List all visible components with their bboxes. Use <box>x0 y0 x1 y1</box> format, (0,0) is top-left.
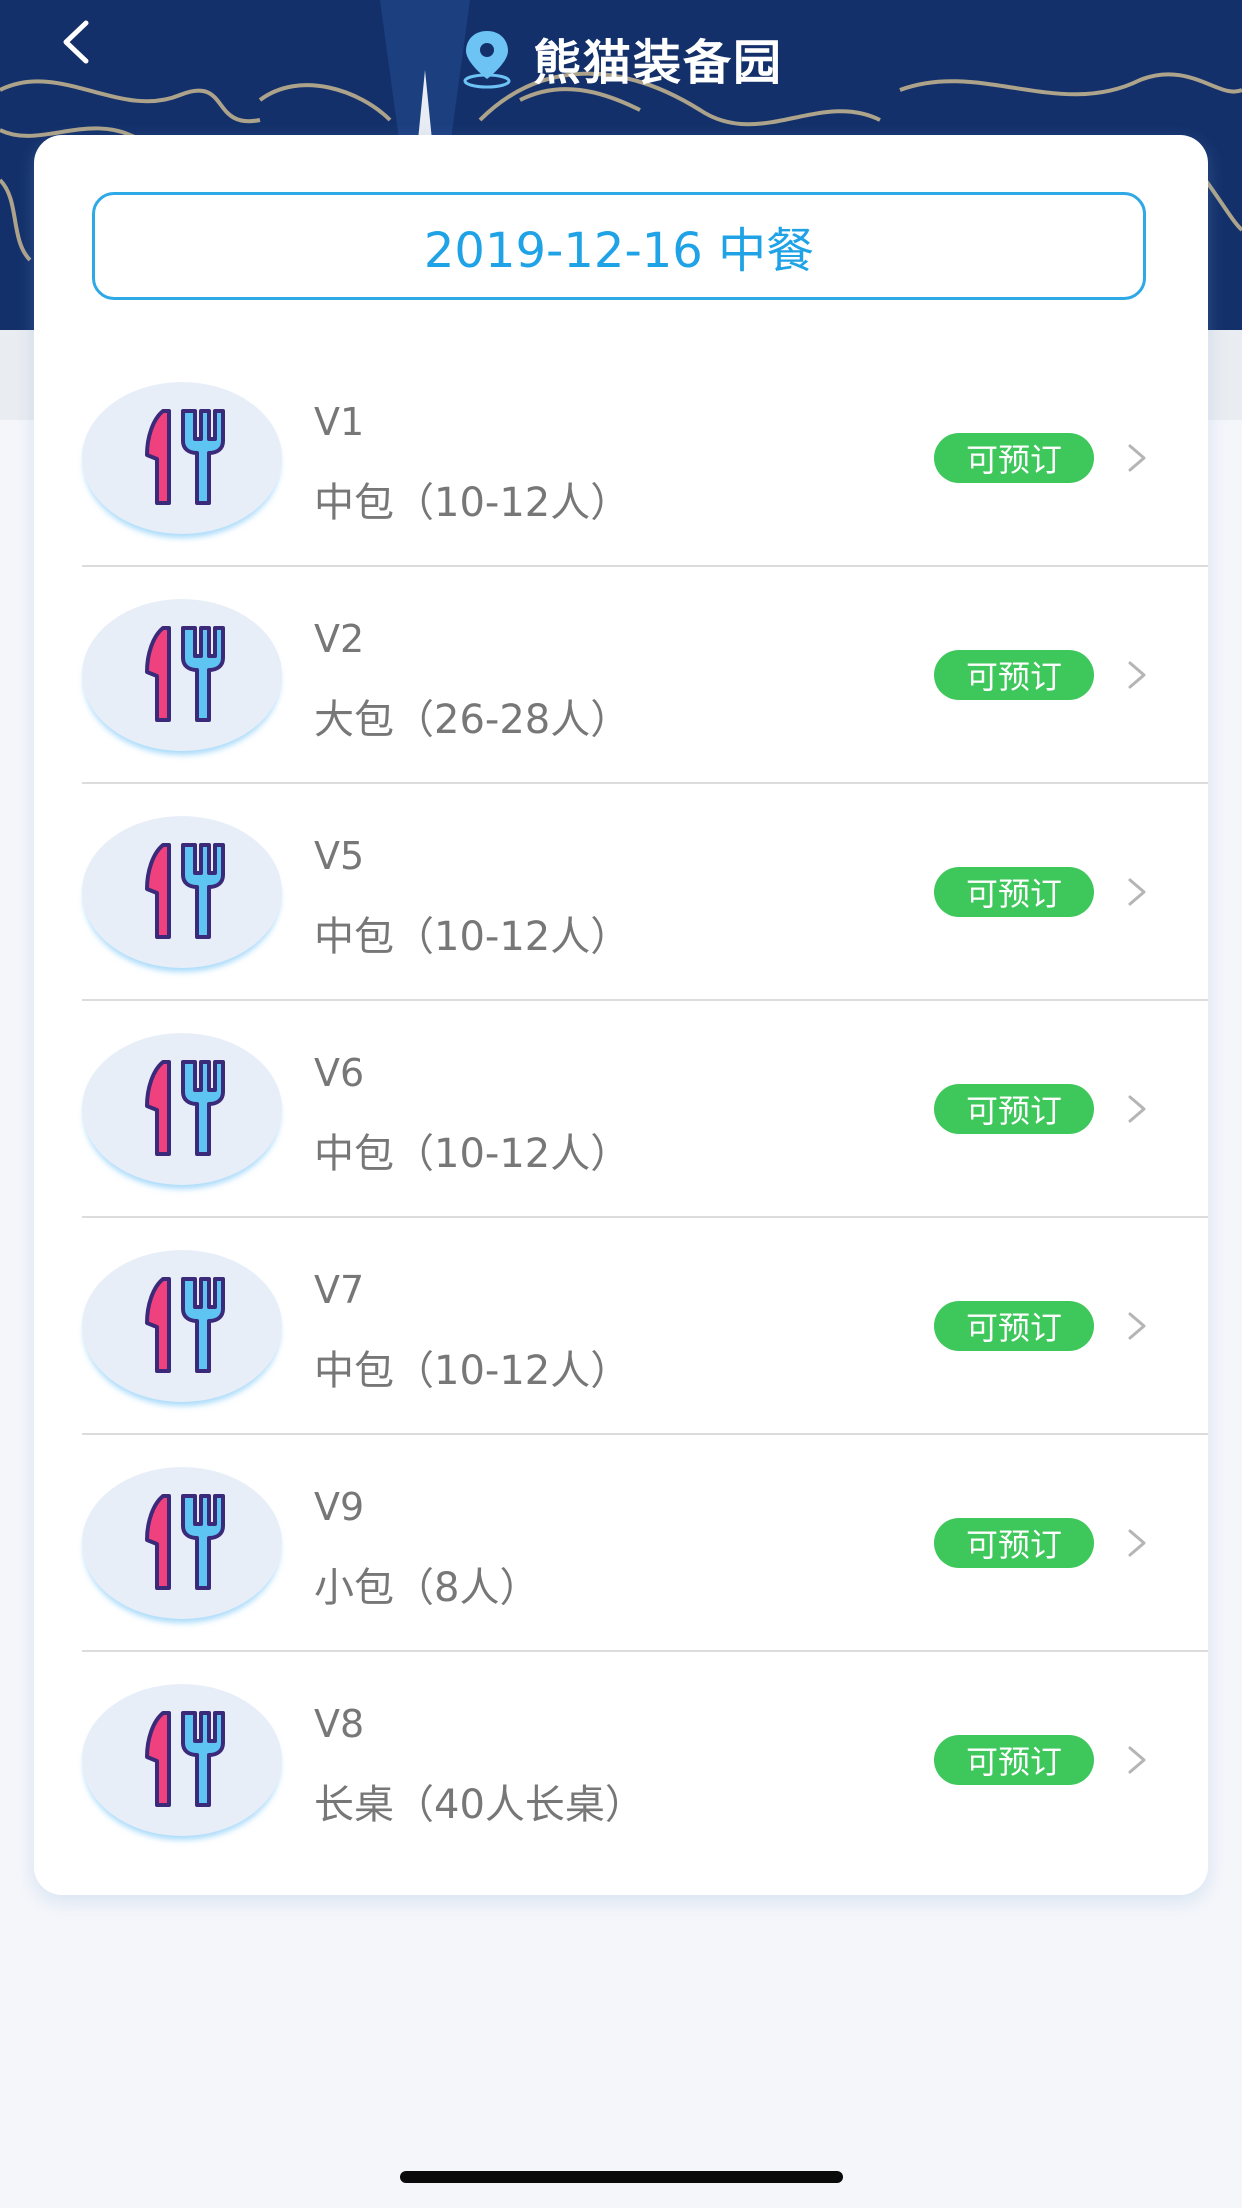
status-badge: 可预订 <box>934 650 1094 700</box>
room-item-v7[interactable]: V7 中包（10-12人） 可预订 <box>82 1218 1208 1435</box>
room-icon <box>82 1684 282 1836</box>
status-badge: 可预订 <box>934 433 1094 483</box>
room-icon <box>82 816 282 968</box>
room-name: V8 <box>314 1702 365 1746</box>
knife-fork-icon <box>145 1711 225 1807</box>
knife-fork-icon <box>145 1277 225 1373</box>
room-item-v9[interactable]: V9 小包（8人） 可预订 <box>82 1435 1208 1652</box>
room-capacity: 小包（8人） <box>314 1565 540 1611</box>
status-badge: 可预订 <box>934 1518 1094 1568</box>
knife-fork-icon <box>145 626 225 722</box>
room-icon <box>82 1250 282 1402</box>
home-indicator[interactable] <box>400 2171 843 2183</box>
chevron-right-icon <box>1128 1746 1146 1774</box>
room-name: V6 <box>314 1051 365 1095</box>
page-title: 熊猫装备园 <box>532 35 783 91</box>
status-badge: 可预订 <box>934 1735 1094 1785</box>
status-badge: 可预订 <box>934 1301 1094 1351</box>
chevron-right-icon <box>1128 661 1146 689</box>
room-capacity: 中包（10-12人） <box>314 1131 631 1177</box>
room-item-v6[interactable]: V6 中包（10-12人） 可预订 <box>82 1001 1208 1218</box>
room-capacity: 中包（10-12人） <box>314 914 631 960</box>
room-item-v1[interactable]: V1 中包（10-12人） 可预订 <box>82 350 1208 567</box>
knife-fork-icon <box>145 843 225 939</box>
room-icon <box>82 599 282 751</box>
knife-fork-icon <box>145 409 225 505</box>
room-name: V1 <box>314 400 365 444</box>
room-capacity: 大包（26-28人） <box>314 697 631 743</box>
chevron-right-icon <box>1128 878 1146 906</box>
date-meal-selector[interactable]: 2019-12-16 中餐 <box>92 192 1146 300</box>
room-name: V7 <box>314 1268 365 1312</box>
status-badge: 可预订 <box>934 1084 1094 1134</box>
room-name: V5 <box>314 834 365 878</box>
page-header: 熊猫装备园 <box>0 18 1242 98</box>
room-capacity: 中包（10-12人） <box>314 1348 631 1394</box>
chevron-right-icon <box>1128 1312 1146 1340</box>
room-item-v5[interactable]: V5 中包（10-12人） 可预订 <box>82 784 1208 1001</box>
chevron-right-icon <box>1128 444 1146 472</box>
chevron-right-icon <box>1128 1095 1146 1123</box>
room-list: V1 中包（10-12人） 可预订 V2 大包（26-28人） 可预订 V5 中… <box>82 350 1208 1867</box>
status-badge: 可预订 <box>934 867 1094 917</box>
room-icon <box>82 1467 282 1619</box>
location-pin-icon <box>463 31 511 89</box>
room-icon <box>82 382 282 534</box>
room-name: V2 <box>314 617 365 661</box>
room-item-v2[interactable]: V2 大包（26-28人） 可预订 <box>82 567 1208 784</box>
room-icon <box>82 1033 282 1185</box>
room-capacity: 长桌（40人长桌） <box>314 1782 645 1828</box>
room-item-v8[interactable]: V8 长桌（40人长桌） 可预订 <box>82 1652 1208 1867</box>
room-name: V9 <box>314 1485 365 1529</box>
knife-fork-icon <box>145 1060 225 1156</box>
room-capacity: 中包（10-12人） <box>314 480 631 526</box>
knife-fork-icon <box>145 1494 225 1590</box>
booking-card: 2019-12-16 中餐 V1 中包（10-12人） 可预订 V2 大包（26… <box>34 135 1208 1895</box>
chevron-right-icon <box>1128 1529 1146 1557</box>
